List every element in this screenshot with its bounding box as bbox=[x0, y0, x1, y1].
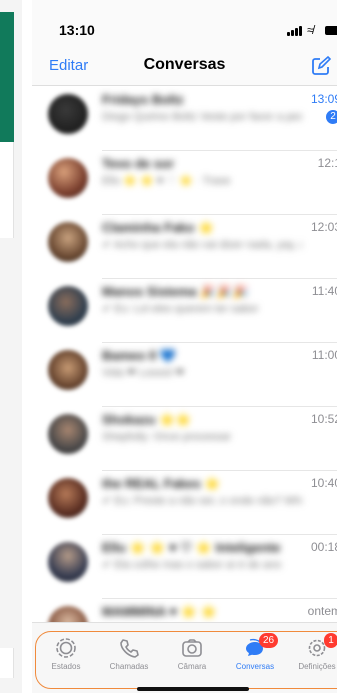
chat-name: Fridays Boltz bbox=[102, 92, 184, 107]
phone-icon bbox=[120, 639, 139, 658]
chat-row[interactable]: Ellu ⭐ ⭐ ♥ ♡ ⭐ Inteligente ✔ Ela colhe m… bbox=[32, 534, 337, 599]
chat-preview: ✔ Acho que ela não vai dizer nada, yay, … bbox=[102, 239, 302, 251]
chat-preview: Ellu ⭐ ⭐ ♥ ♡ ⭐ · Traxe bbox=[102, 175, 231, 187]
tab-bar: Estados Chamadas Câmara Conversas 26 Def… bbox=[32, 622, 337, 693]
tab-settings[interactable]: Definições 1 bbox=[287, 633, 337, 671]
chat-name: MAMMINA ♥ ⭐ ⭐ bbox=[102, 604, 217, 619]
avatar bbox=[48, 158, 88, 198]
chat-time: 13:09 bbox=[310, 92, 337, 106]
unread-badge: 2 bbox=[326, 110, 337, 124]
chat-list[interactable]: Fridays Boltz Diogo Quirino Boltz Veste … bbox=[32, 86, 337, 622]
background-app-green-bar bbox=[0, 12, 14, 142]
avatar bbox=[48, 350, 88, 390]
battery-icon bbox=[325, 26, 337, 35]
chat-preview: ✔ Eu: Preste a não ser, o onde não? Whil… bbox=[102, 495, 302, 507]
avatar bbox=[48, 94, 88, 134]
chat-name: Ellu ⭐ ⭐ ♥ ♡ ⭐ Inteligente bbox=[102, 540, 281, 555]
chat-name: Shokazu ⭐⭐ bbox=[102, 412, 192, 427]
chat-row[interactable]: MAMMINA ♥ ⭐ ⭐ ontem bbox=[32, 598, 337, 622]
avatar bbox=[48, 222, 88, 262]
chat-time: 12:1 bbox=[317, 156, 337, 170]
settings-badge: 1 bbox=[324, 633, 337, 648]
chat-preview: ✔ Ela colhe mas o sabor aí é de ano bbox=[102, 559, 282, 571]
background-app-edge bbox=[0, 0, 22, 693]
chat-time: 11:00 bbox=[311, 348, 337, 362]
tab-label: Definições bbox=[298, 662, 336, 671]
avatar bbox=[48, 542, 88, 582]
phone-screen: 13:10 ≉ Editar Conversas Fridays Boltz D… bbox=[32, 0, 337, 693]
tab-camera[interactable]: Câmara bbox=[162, 637, 222, 671]
status-time: 13:10 bbox=[59, 22, 95, 38]
status-icons: ≉ bbox=[287, 24, 337, 38]
chat-time: 11:40 bbox=[311, 284, 337, 298]
status-icon bbox=[56, 638, 76, 658]
tab-label: Estados bbox=[51, 662, 81, 671]
signal-icon bbox=[287, 32, 290, 36]
tab-label: Conversas bbox=[235, 662, 275, 671]
avatar bbox=[48, 286, 88, 326]
signal-bar bbox=[295, 28, 298, 36]
chat-name: the REAL Fakes ⭐ bbox=[102, 476, 221, 491]
chat-preview: Vida ❤ Looool ❤ bbox=[102, 367, 185, 379]
tab-chats[interactable]: Conversas 26 bbox=[225, 633, 285, 671]
chat-name: Bameo Il 💙 bbox=[102, 348, 176, 363]
background-app-panel-bottom bbox=[0, 648, 14, 678]
background-app-panel bbox=[0, 142, 14, 238]
tab-status[interactable]: Estados bbox=[36, 637, 96, 671]
chat-time: 00:18 bbox=[310, 540, 337, 554]
chat-row[interactable]: Fridays Boltz Diogo Quirino Boltz Veste … bbox=[32, 86, 337, 151]
chat-time: 10:40 bbox=[310, 476, 337, 490]
chat-name: Manos Sistema 🎉🎉🎉 bbox=[102, 284, 249, 299]
chat-row[interactable]: Manos Sistema 🎉🎉🎉 ✔ Eu: Lol eles querem … bbox=[32, 278, 337, 343]
chat-time: 10:52 bbox=[310, 412, 337, 426]
page-title: Conversas bbox=[143, 56, 226, 73]
avatar bbox=[48, 606, 88, 622]
tab-calls[interactable]: Chamadas bbox=[99, 637, 159, 671]
avatar bbox=[48, 414, 88, 454]
chat-row[interactable]: Tevo de sor Ellu ⭐ ⭐ ♥ ♡ ⭐ · Traxe 12:1 bbox=[32, 150, 337, 215]
avatar bbox=[48, 478, 88, 518]
chat-row[interactable]: Shokazu ⭐⭐ Shepfully: Once processar 10:… bbox=[32, 406, 337, 471]
chat-row[interactable]: Bameo Il 💙 Vida ❤ Looool ❤ 11:00 bbox=[32, 342, 337, 407]
tab-label: Chamadas bbox=[109, 662, 149, 671]
chat-preview: Shepfully: Once processar bbox=[102, 431, 232, 443]
signal-bar bbox=[291, 30, 294, 36]
navigation-bar: Editar Conversas bbox=[32, 48, 337, 86]
chat-row[interactable]: Claminha Fako ⭐ ✔ Acho que ela não vai d… bbox=[32, 214, 337, 279]
tab-label: Câmara bbox=[177, 662, 207, 671]
chat-row[interactable]: the REAL Fakes ⭐ ✔ Eu: Preste a não ser,… bbox=[32, 470, 337, 535]
camera-icon bbox=[182, 639, 202, 657]
home-indicator[interactable] bbox=[137, 687, 249, 691]
signal-bar bbox=[299, 26, 302, 36]
chat-time: ontem bbox=[307, 604, 337, 618]
wifi-icon: ≉ bbox=[307, 23, 314, 37]
compose-icon[interactable] bbox=[311, 55, 332, 76]
chat-preview: Diogo Quirino Boltz Veste por favor a pe… bbox=[102, 111, 302, 123]
chat-preview: ✔ Eu: Lol eles querem ter sabor bbox=[102, 303, 259, 315]
chat-name: Tevo de sor bbox=[102, 156, 175, 171]
status-bar: 13:10 ≉ bbox=[32, 0, 337, 48]
chat-name: Claminha Fako ⭐ bbox=[102, 220, 215, 235]
unread-count-badge: 26 bbox=[259, 633, 279, 648]
chat-time: 12:03 bbox=[310, 220, 337, 234]
screen: 13:10 ≉ Editar Conversas Fridays Boltz D… bbox=[0, 0, 337, 693]
